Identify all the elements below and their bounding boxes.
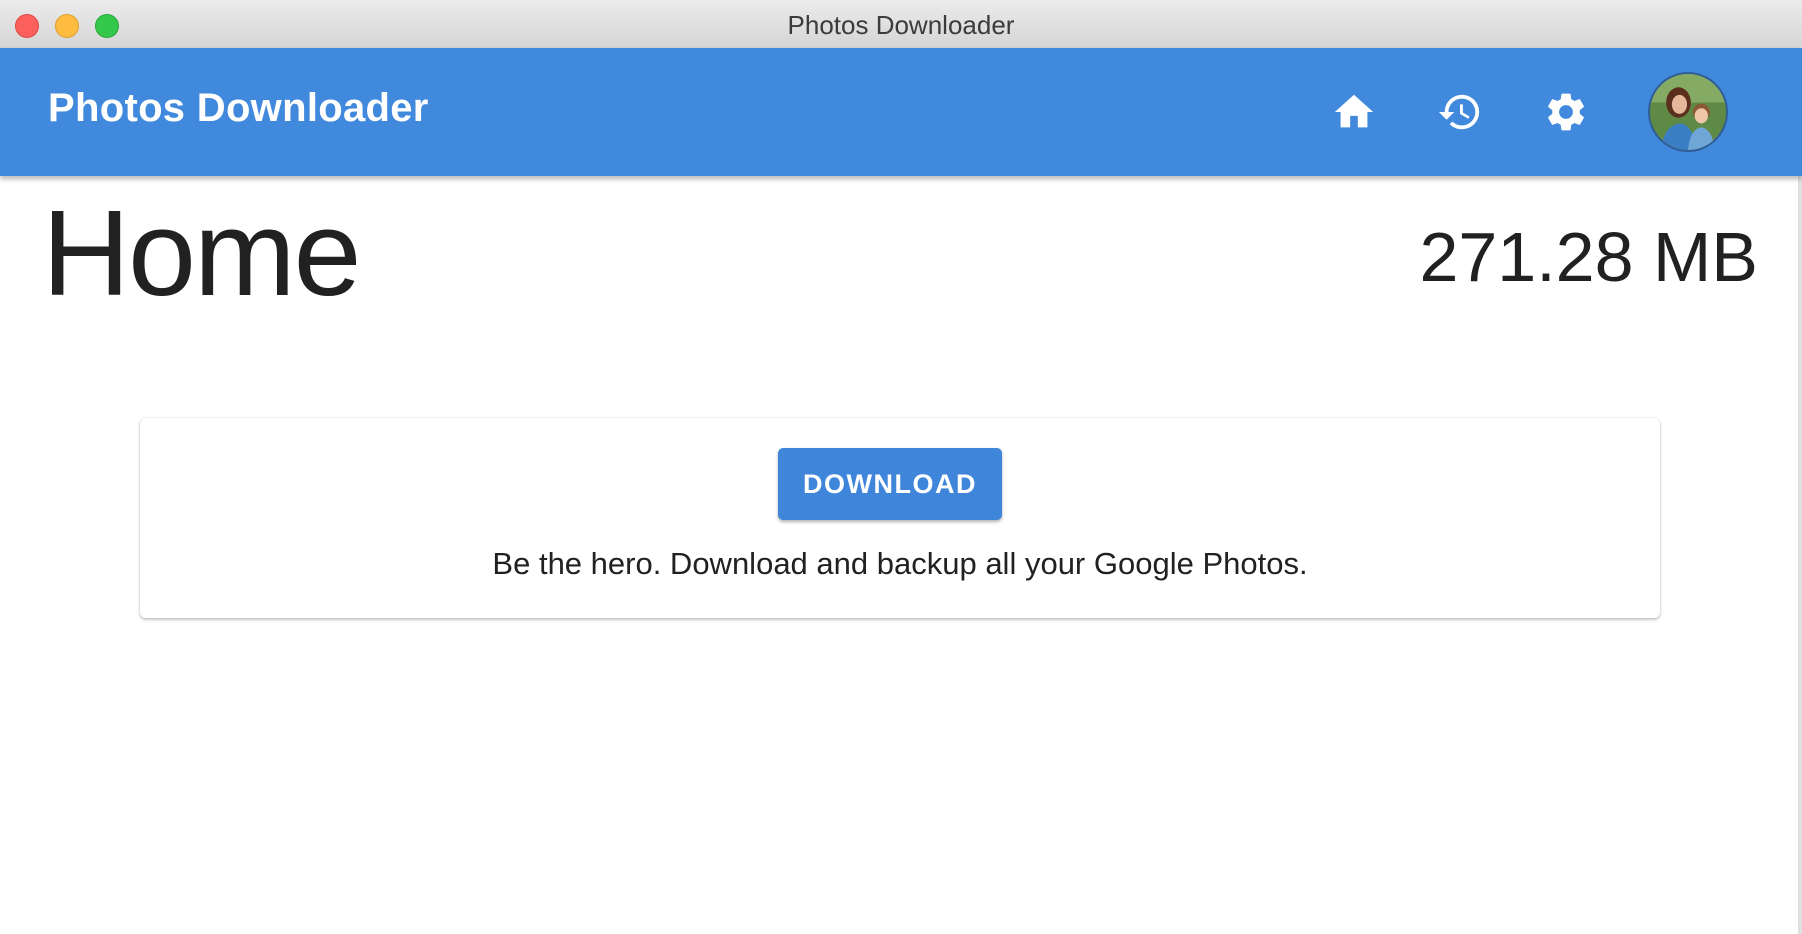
download-button[interactable]: DOWNLOAD xyxy=(778,448,1002,520)
gear-icon xyxy=(1548,93,1584,131)
title-bar: Photos Downloader xyxy=(0,0,1802,49)
app-window: Photos Downloader Photos Downloader Home… xyxy=(0,0,1802,934)
home-icon xyxy=(1334,94,1374,128)
download-card: DOWNLOAD Be the hero. Download and backu… xyxy=(140,418,1660,618)
app-title: Photos Downloader xyxy=(48,86,429,130)
window-title: Photos Downloader xyxy=(787,10,1015,40)
history-button[interactable] xyxy=(1426,78,1494,146)
storage-size-label: 271.28 MB xyxy=(1419,218,1758,296)
home-button[interactable] xyxy=(1320,78,1388,146)
window-edge xyxy=(1798,48,1802,934)
settings-button[interactable] xyxy=(1532,78,1600,146)
page-title: Home xyxy=(42,185,361,321)
top-app-bar: Photos Downloader xyxy=(0,48,1802,176)
card-tagline: Be the hero. Download and backup all you… xyxy=(492,546,1308,581)
user-avatar[interactable] xyxy=(1648,72,1728,152)
history-icon xyxy=(1438,94,1480,130)
avatar-photo xyxy=(1650,74,1726,150)
